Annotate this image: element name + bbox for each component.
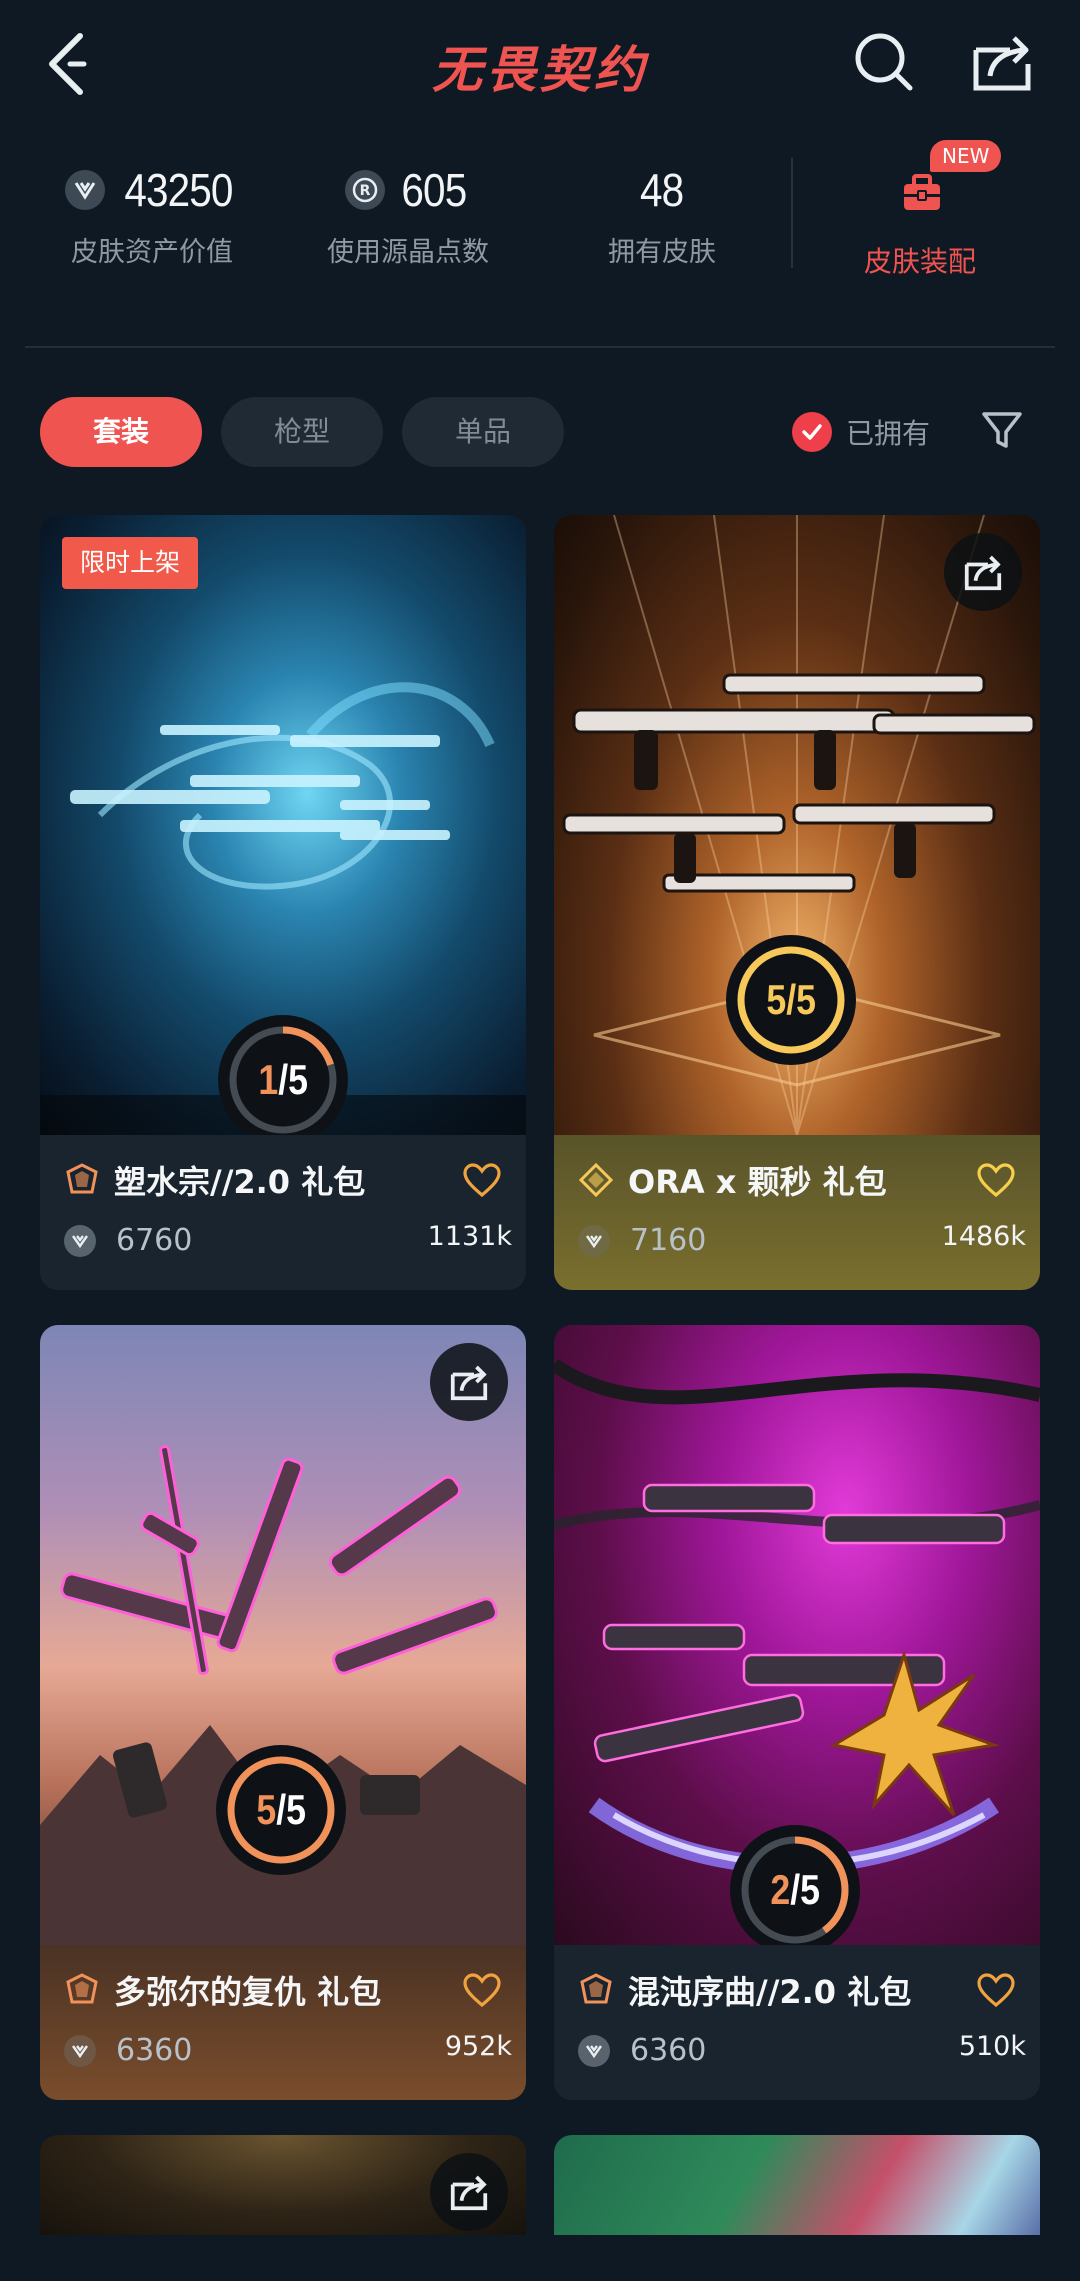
owned-skins-stat: 48 拥有皮肤 bbox=[532, 160, 792, 269]
bundle-info: 多弥尔的复仇 礼包 6360 952k bbox=[40, 1945, 526, 2100]
owned-toggle[interactable]: 已拥有 bbox=[792, 410, 930, 454]
search-icon bbox=[855, 33, 913, 91]
filter-button[interactable] bbox=[980, 408, 1024, 452]
bundle-artwork: 5/5 bbox=[40, 1325, 526, 1945]
progress-total-count: 5 bbox=[285, 1786, 306, 1833]
asset-value-stat: 43250 皮肤资产价值 bbox=[22, 160, 282, 269]
limited-time-badge: 限时上架 bbox=[62, 537, 199, 589]
bundle-info: 塑水宗//2.0 礼包 6760 1131k bbox=[40, 1135, 526, 1290]
heart-icon[interactable] bbox=[976, 1971, 1016, 2011]
bundle-card[interactable] bbox=[554, 2135, 1040, 2235]
bundle-name: ORA x 颗秒 礼包 bbox=[628, 1163, 887, 1201]
radianite-value: 605 bbox=[401, 164, 468, 216]
share-button[interactable] bbox=[430, 1343, 508, 1421]
radianite-label: 使用源晶点数 bbox=[327, 237, 489, 268]
stats-panel: 43250 皮肤资产价值 R 605 使用源晶点数 48 拥有皮肤 NEW 皮肤… bbox=[0, 140, 1080, 290]
collection-progress-ring: 5/5 bbox=[216, 1745, 346, 1875]
toolbox-icon bbox=[904, 174, 940, 210]
bundle-artwork: 限时上架 1/5 bbox=[40, 515, 526, 1135]
search-button[interactable] bbox=[852, 30, 916, 94]
tab-bundles[interactable]: 套装 bbox=[40, 397, 202, 467]
heart-icon[interactable] bbox=[976, 1161, 1016, 1201]
tier-premium-icon bbox=[580, 1973, 612, 2004]
progress-owned-count: 2 bbox=[770, 1866, 791, 1913]
share-icon bbox=[450, 2175, 488, 2211]
bundle-info: ORA x 颗秒 礼包 7160 1486k bbox=[554, 1135, 1040, 1290]
progress-owned-count: 5 bbox=[256, 1786, 277, 1833]
new-badge: NEW bbox=[930, 140, 1002, 172]
bundle-price: 6360 bbox=[116, 2033, 193, 2068]
skin-outfit-button[interactable]: NEW 皮肤装配 bbox=[830, 140, 1010, 290]
bundle-artwork: 5/5 bbox=[554, 515, 1040, 1135]
like-count: 1486k bbox=[941, 1221, 1026, 1252]
share-button[interactable] bbox=[430, 2153, 508, 2231]
bundle-card[interactable]: 2/5 混沌序曲//2.0 礼包 6360 510k bbox=[554, 1325, 1040, 2100]
checkmark-icon bbox=[792, 412, 832, 452]
owned-skins-label: 拥有皮肤 bbox=[608, 237, 716, 268]
valorant-points-icon bbox=[64, 2034, 96, 2067]
owned-label: 已拥有 bbox=[846, 417, 931, 450]
bundle-artwork: 2/5 bbox=[554, 1325, 1040, 1945]
share-icon bbox=[450, 1365, 488, 1401]
valorant-points-icon bbox=[64, 1224, 96, 1257]
bundle-name: 塑水宗//2.0 礼包 bbox=[114, 1163, 366, 1201]
bundle-card[interactable] bbox=[40, 2135, 526, 2235]
like-count: 1131k bbox=[427, 1221, 512, 1252]
progress-total-count: 5 bbox=[795, 976, 816, 1023]
valorant-points-icon bbox=[578, 1224, 610, 1257]
progress-total-count: 5 bbox=[287, 1056, 308, 1103]
share-icon bbox=[973, 36, 1031, 91]
radianite-icon: R bbox=[345, 170, 386, 210]
tier-premium-icon bbox=[66, 1973, 98, 2004]
progress-owned-count: 1 bbox=[258, 1056, 279, 1103]
stats-divider bbox=[791, 158, 793, 268]
tab-weapon-type[interactable]: 枪型 bbox=[221, 397, 383, 467]
like-count: 510k bbox=[958, 2031, 1026, 2062]
top-bar: 无畏契约 bbox=[0, 0, 1080, 130]
valorant-points-icon bbox=[64, 170, 105, 210]
asset-value-label: 皮肤资产价值 bbox=[71, 237, 233, 268]
tier-exclusive-icon bbox=[578, 1162, 614, 1198]
bundle-price: 6760 bbox=[116, 1223, 193, 1258]
app-title-logo: 无畏契约 bbox=[432, 41, 648, 99]
bundle-name: 多弥尔的复仇 礼包 bbox=[114, 1973, 382, 2011]
tab-single-items[interactable]: 单品 bbox=[402, 397, 564, 467]
bundle-info: 混沌序曲//2.0 礼包 6360 510k bbox=[554, 1945, 1040, 2100]
like-count: 952k bbox=[444, 2031, 512, 2062]
filter-icon bbox=[982, 412, 1022, 448]
radianite-stat: R 605 使用源晶点数 bbox=[278, 160, 538, 269]
bundle-card[interactable]: 5/5 ORA x 颗秒 礼包 7160 1486k bbox=[554, 515, 1040, 1290]
collection-progress-ring: 1/5 bbox=[218, 1015, 348, 1135]
share-icon bbox=[964, 555, 1002, 591]
collection-progress-ring: 5/5 bbox=[726, 935, 856, 1065]
owned-skins-value: 48 bbox=[640, 164, 684, 216]
share-button[interactable] bbox=[970, 30, 1034, 94]
heart-icon[interactable] bbox=[462, 1161, 502, 1201]
valorant-points-icon bbox=[578, 2034, 610, 2067]
collection-progress-ring: 2/5 bbox=[730, 1825, 860, 1945]
bundle-name: 混沌序曲//2.0 礼包 bbox=[628, 1973, 912, 2011]
progress-owned-count: 5 bbox=[766, 976, 787, 1023]
bundle-price: 7160 bbox=[630, 1223, 707, 1258]
asset-value: 43250 bbox=[123, 164, 233, 216]
share-button[interactable] bbox=[944, 533, 1022, 611]
bundle-card[interactable]: 5/5 多弥尔的复仇 礼包 6360 952k bbox=[40, 1325, 526, 2100]
svg-text:R: R bbox=[360, 183, 371, 199]
skin-outfit-label: 皮肤装配 bbox=[863, 245, 976, 278]
progress-total-count: 5 bbox=[799, 1866, 820, 1913]
tier-premium-icon bbox=[66, 1163, 98, 1194]
heart-icon[interactable] bbox=[462, 1971, 502, 2011]
bundle-price: 6360 bbox=[630, 2033, 707, 2068]
section-divider bbox=[25, 346, 1055, 348]
bundle-card[interactable]: 限时上架 1/5 塑水宗//2.0 礼包 6760 1131k bbox=[40, 515, 526, 1290]
